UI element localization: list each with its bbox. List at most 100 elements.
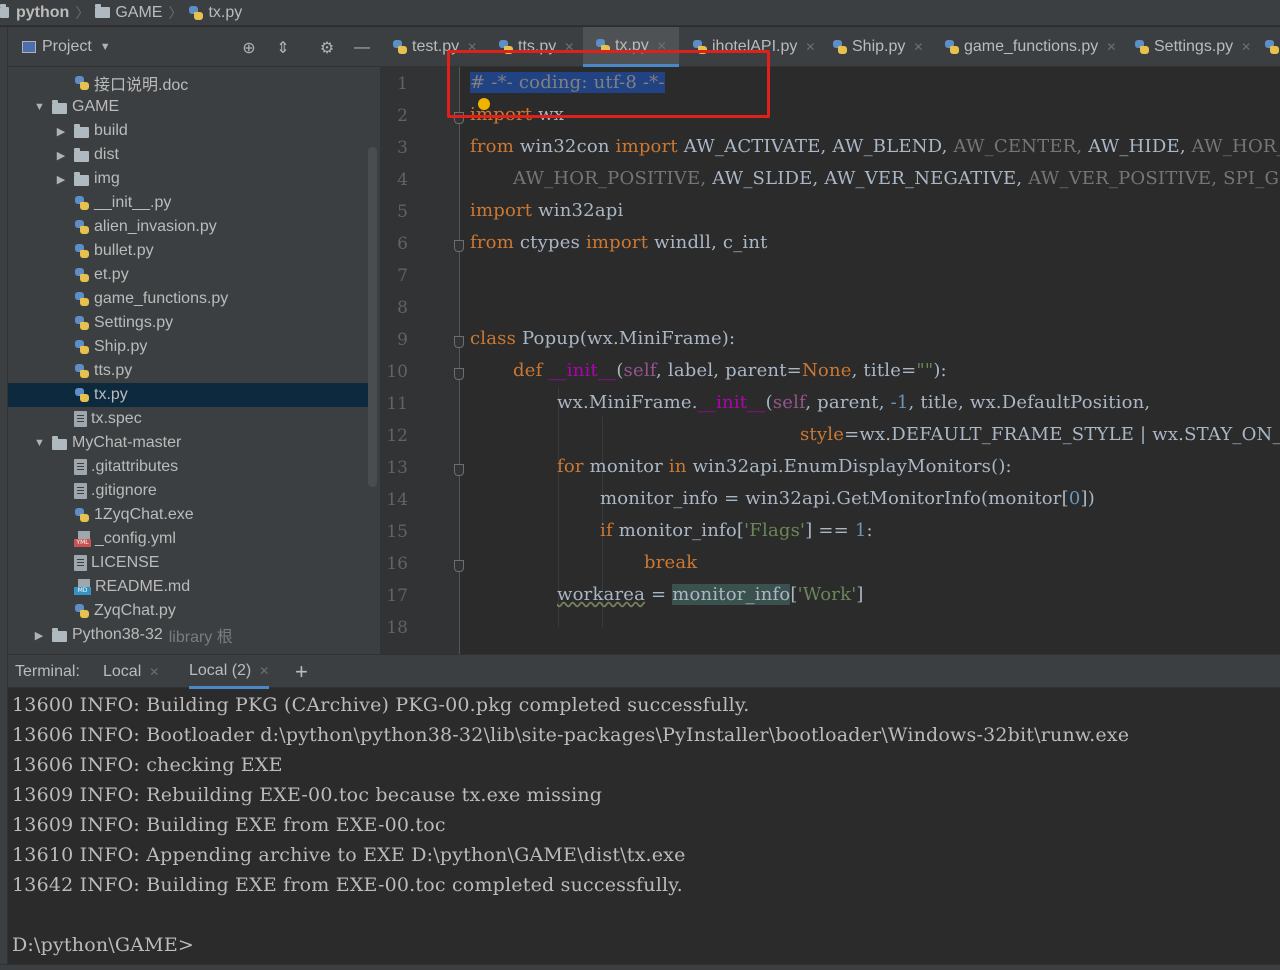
tree-item[interactable]: game_functions.py [8,287,368,311]
tree-item-label: tx.spec [91,410,142,427]
tree-item[interactable]: 1ZyqChat.exe [8,503,368,527]
tree-item[interactable]: ▶ build [8,119,368,143]
tab-settings-py[interactable]: Settings.py ✕ [1122,27,1252,67]
tree-item[interactable]: LICENSE [8,551,368,575]
line-number: 5 [397,202,408,222]
collapse-arrow-icon[interactable]: ▶ [56,125,66,138]
tab-ship-py[interactable]: Ship.py ✕ [820,27,930,67]
tree-item[interactable]: __init__.py [8,191,368,215]
file-icon [74,483,87,499]
breadcrumb-file[interactable]: tx.py [208,4,242,22]
fold-marker-icon[interactable] [454,368,464,380]
tree-item[interactable]: alien_invasion.py [8,215,368,239]
close-icon[interactable]: ✕ [1241,40,1251,54]
file-icon [74,555,87,571]
tree-item-label: tx.py [94,386,128,403]
tree-item[interactable]: ▶ Python38-32 library 根 [8,623,368,647]
tree-item-label: .gitignore [91,482,157,499]
fold-marker-icon[interactable] [454,464,464,476]
tree-item-label: game_functions.py [94,290,229,307]
project-view-icon [22,40,36,53]
code-line-4: AW_HOR_POSITIVE, AW_SLIDE, AW_VER_NEGATI… [513,168,1280,189]
tree-item[interactable]: tx.py [8,383,368,407]
line-number: 11 [386,394,408,414]
folder-icon [95,4,111,18]
tree-item[interactable]: ▶ img [8,167,368,191]
tree-item[interactable]: 接口说明.doc [8,71,368,95]
line-number: 14 [386,490,408,510]
project-title[interactable]: Project [42,38,92,56]
breadcrumb-folder[interactable]: GAME [115,4,162,22]
tree-item[interactable]: Settings.py [8,311,368,335]
close-icon[interactable]: ✕ [259,664,269,678]
terminal-prompt[interactable]: D:\python\GAME> [12,934,194,956]
project-header: Project ▼ ⊕ ⇕ ⚙ — [8,27,380,67]
tree-item-label: tts.py [94,362,133,379]
hide-panel-icon[interactable]: — [353,39,371,57]
expand-arrow-icon[interactable]: ▼ [34,437,45,449]
line-number: 12 [386,426,408,446]
collapse-arrow-icon[interactable]: ▶ [56,173,66,186]
breadcrumb-root[interactable]: python [16,4,69,22]
python-file-icon [74,603,90,619]
tree-item-label: Ship.py [94,338,148,355]
tree-item[interactable]: _config.yml [8,527,368,551]
locate-icon[interactable]: ⊕ [240,39,258,57]
terminal-tab-local[interactable]: Local ✕ [103,655,159,689]
tree-item[interactable]: ZyqChat.py [8,599,368,623]
terminal-line: 13606 INFO: checking EXE [12,754,283,776]
python-file-icon [74,267,90,283]
terminal-panel: Terminal: Local ✕ Local (2) ✕ + 13600 INFO… [8,654,1280,964]
close-icon[interactable]: ✕ [913,40,923,54]
tree-item[interactable]: ▼ MyChat-master [8,431,368,455]
yml-file-icon [74,531,92,547]
tab-game-functions-py[interactable]: game_functions.py ✕ [932,27,1120,67]
collapse-arrow-icon[interactable]: ▶ [34,629,44,642]
tree-item[interactable]: ▼ GAME [8,95,368,119]
close-icon[interactable]: ✕ [805,40,815,54]
chevron-down-icon[interactable]: ▼ [100,41,111,53]
expand-arrow-icon[interactable]: ▼ [34,101,45,113]
line-number-gutter: 1 2 3 4 5 6 7 8 9 10 11 12 13 14 15 16 17 18 [380,67,464,654]
collapse-arrow-icon[interactable]: ▶ [56,149,66,162]
add-terminal-button[interactable]: + [295,655,308,689]
tree-item[interactable]: Ship.py [8,335,368,359]
terminal-tab-local-2[interactable]: Local (2) ✕ [189,655,270,689]
terminal-line: 13642 INFO: Building EXE from EXE-00.toc… [12,874,683,896]
tree-item[interactable]: et.py [8,263,368,287]
gear-icon[interactable]: ⚙ [318,39,336,57]
fold-marker-icon[interactable] [454,336,464,348]
python-file-icon [944,39,960,55]
tree-item[interactable]: tx.spec [8,407,368,431]
python-file-icon [74,315,90,331]
python-file-icon [188,5,204,21]
python-file-icon [74,339,90,355]
tree-item-label: 1ZyqChat.exe [94,506,194,523]
tool-window-strip [0,27,8,970]
code-editor: test.py ✕ tts.py ✕ tx.py ✕ ihotelAPI.py ✕ Sh… [380,27,1280,654]
tree-item[interactable]: .gitattributes [8,455,368,479]
code-line-17: workarea = monitor_info['Work'] [557,584,864,605]
close-icon[interactable]: ✕ [1106,40,1116,54]
tree-item[interactable]: tts.py [8,359,368,383]
terminal-line: 13609 INFO: Building EXE from EXE-00.toc [12,814,446,836]
fold-marker-icon[interactable] [454,240,464,252]
tree-item[interactable]: .gitignore [8,479,368,503]
tree-scrollbar[interactable] [368,147,377,487]
folder-icon [52,436,67,450]
folder-icon [0,4,9,18]
tree-item-label: ZyqChat.py [94,602,176,619]
code-line-11: wx.MiniFrame.__init__(self, parent, -1, … [557,392,1151,413]
close-icon[interactable]: ✕ [149,665,159,679]
fold-marker-icon[interactable] [454,560,464,572]
tree-item-label: MyChat-master [72,434,182,451]
tab-overflow[interactable] [1260,27,1280,67]
tree-item[interactable]: bullet.py [8,239,368,263]
tree-item-note: library 根 [168,629,233,646]
tree-item[interactable]: README.md [8,575,368,599]
line-number: 15 [386,522,408,542]
markdown-file-icon [74,579,92,595]
tree-item[interactable]: ▶ dist [8,143,368,167]
folder-icon [52,100,67,114]
collapse-all-icon[interactable]: ⇕ [274,39,292,57]
